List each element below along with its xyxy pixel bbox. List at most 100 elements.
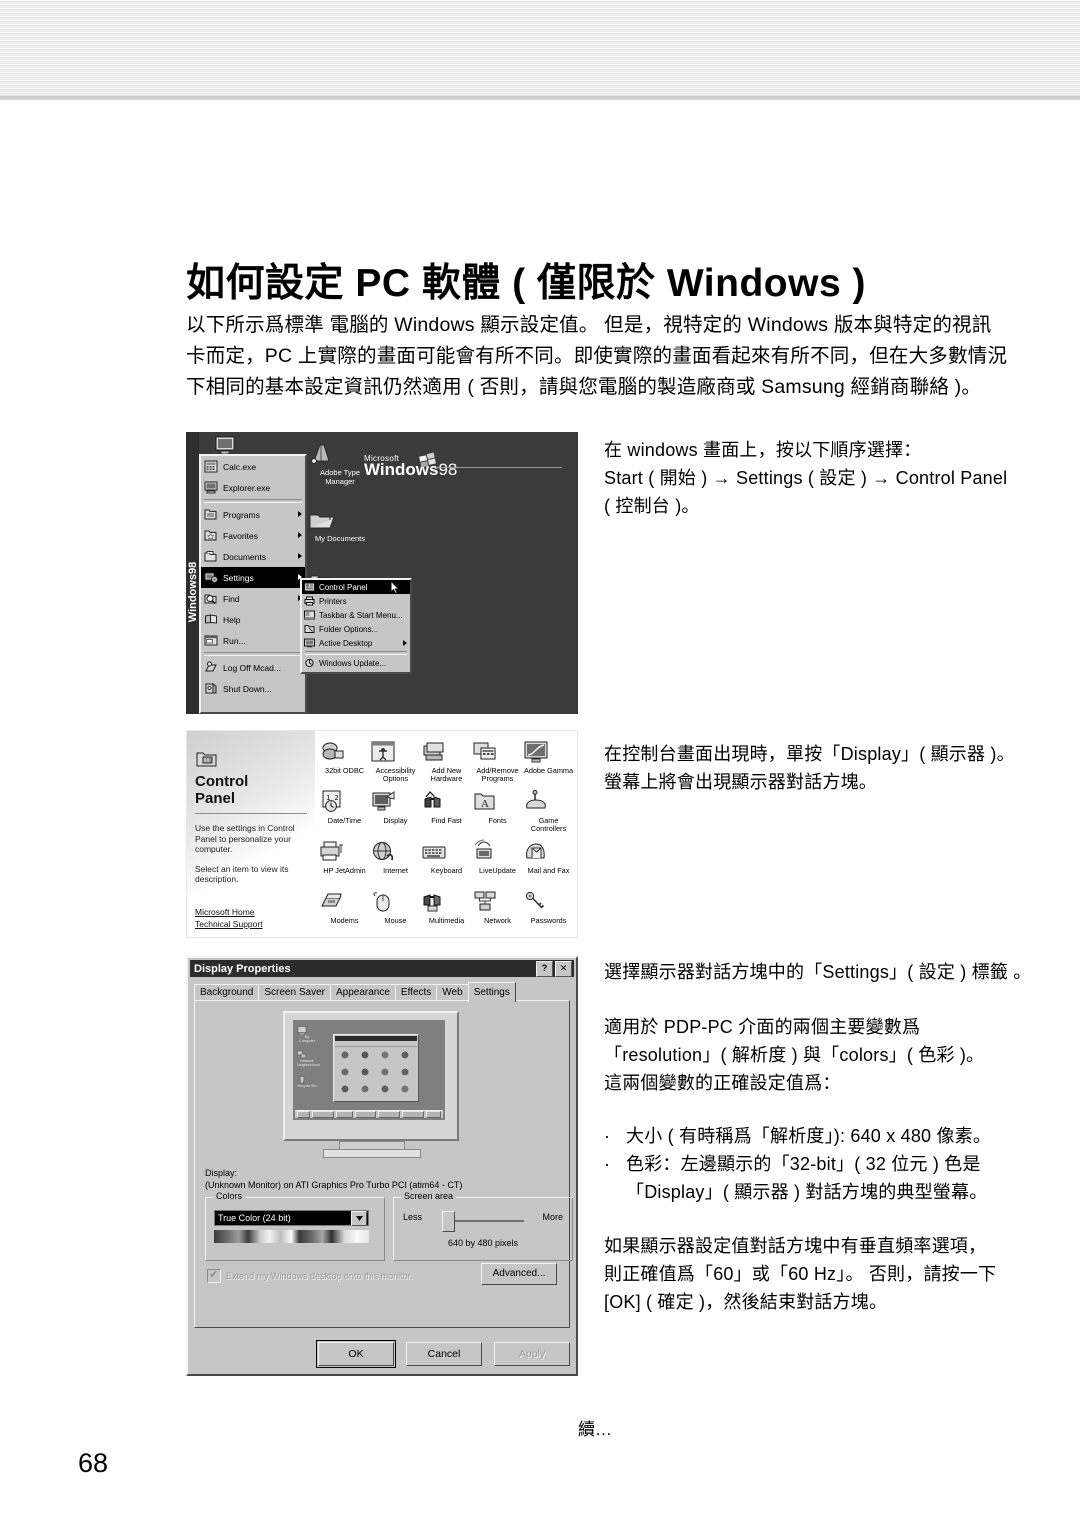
start-menu-item-find[interactable]: Find xyxy=(201,588,305,609)
bullet-line: 大小 ( 有時稱爲「解析度」): 640 x 480 像素。 xyxy=(626,1126,992,1146)
link-technical-support[interactable]: Technical Support xyxy=(195,918,263,930)
cp-item-adobe-gamma[interactable]: Adobe Gamma xyxy=(523,739,574,789)
extend-desktop-row[interactable]: Extend my Windows desktop onto this moni… xyxy=(207,1268,413,1283)
submenu-item-active-desktop[interactable]: Active Desktop xyxy=(302,636,410,650)
submenu-item-windows-update[interactable]: Windows Update... xyxy=(302,656,410,670)
submenu-item-folder-options[interactable]: Folder Options... xyxy=(302,622,410,636)
start-menu-item-explorer-exe[interactable]: Explorer.exe xyxy=(201,477,305,498)
svg-text:A: A xyxy=(481,798,489,810)
tab-web[interactable]: Web xyxy=(436,984,469,1001)
dialog-body: My Computer Network Neighborhood Recycle… xyxy=(194,1000,573,1328)
colors-groupbox: Colors True Color (24 bit) xyxy=(205,1191,385,1261)
submenu-item-taskbar-start-menu[interactable]: Taskbar & Start Menu... xyxy=(302,608,410,622)
desktop-icon-my-documents[interactable]: My Documents xyxy=(308,510,372,543)
color-gradient-strip xyxy=(214,1230,369,1243)
cp-item-game-controllers[interactable]: Game Controllers xyxy=(523,789,574,839)
cp-item-add-new-hardware[interactable]: Add New Hardware xyxy=(421,739,472,789)
advanced-button[interactable]: Advanced... xyxy=(481,1263,557,1285)
start-menu-label: Calc.exe xyxy=(223,461,257,472)
cp-item-passwords[interactable]: Passwords xyxy=(523,889,574,937)
windows98-sidebar-label: Windows98 xyxy=(187,561,199,623)
figure-display-properties: Display Properties ? ✕ Background Screen… xyxy=(186,956,578,1376)
link-microsoft-home[interactable]: Microsoft Home xyxy=(195,906,263,918)
cp-item-mail-and-fax[interactable]: Mail and Fax xyxy=(523,839,574,889)
extend-desktop-label: Extend my Windows desktop onto this moni… xyxy=(226,1271,413,1281)
cp-item-multimedia[interactable]: Multimedia xyxy=(421,889,472,937)
colors-selected-value: True Color (24 bit) xyxy=(218,1213,291,1223)
start-menu-item-settings[interactable]: Settings xyxy=(201,567,305,588)
cp-item-keyboard[interactable]: Keyboard xyxy=(421,839,472,889)
mini-icon-recycle-bin: Recycle Bin xyxy=(297,1075,317,1088)
resolution-slider-thumb[interactable] xyxy=(442,1211,455,1232)
start-menu-label: Run... xyxy=(223,635,246,646)
start-menu-item-shutdown[interactable]: Shut Down... xyxy=(201,678,305,699)
callout-step-2: 在控制台畫面出現時，單按「Display」( 顯示器 )。 螢幕上將會出現顯示器… xyxy=(604,740,1015,796)
callout-line: 螢幕上將會出現顯示器對話方塊。 xyxy=(604,772,877,792)
cp-item-hp-jetadmin[interactable]: HP JetAdmin xyxy=(319,839,370,889)
callout-step-5: 如果顯示器設定值對話方塊中有垂直頻率選項， 則正確值爲「60」或「60 Hz」。… xyxy=(604,1232,996,1316)
control-panel-heading-line1: Control xyxy=(195,773,249,790)
start-menu-item-programs[interactable]: Programs xyxy=(201,504,305,525)
page-number: 68 xyxy=(78,1448,109,1478)
start-menu-item-calc[interactable]: Calc.exe xyxy=(201,456,305,477)
callout-line: 「resolution」( 解析度 ) 與「colors」( 色彩 )。 xyxy=(604,1045,985,1065)
slider-max-label: More xyxy=(542,1212,563,1222)
cp-item-display[interactable]: Display xyxy=(370,789,421,839)
display-icon xyxy=(370,789,421,815)
callout-line: 選擇顯示器對話方塊中的「Settings」( 設定 ) 標籤 。 xyxy=(604,962,1032,982)
cp-item-add-remove-programs[interactable]: Add/Remove Programs xyxy=(472,739,523,789)
desktop-icon-adobe-type-manager[interactable]: Adobe Type Manager xyxy=(308,442,372,486)
cp-item-modems[interactable]: Modems xyxy=(319,889,370,937)
start-menu-item-logoff[interactable]: Log Off Mcad... xyxy=(201,657,305,678)
tab-settings[interactable]: Settings xyxy=(467,982,516,1002)
ok-button[interactable]: OK xyxy=(316,1340,396,1368)
start-menu-label: Programs xyxy=(223,509,260,520)
apply-button[interactable]: Apply xyxy=(494,1342,570,1366)
cp-item-mouse[interactable]: Mouse xyxy=(370,889,421,937)
find-fast-icon xyxy=(421,789,472,815)
cp-item-liveupdate[interactable]: LiveUpdate xyxy=(472,839,523,889)
start-menu-item-documents[interactable]: Documents xyxy=(201,546,305,567)
resolution-slider-track[interactable] xyxy=(446,1220,524,1222)
modems-icon xyxy=(319,889,370,915)
callout-line: 如果顯示器設定值對話方塊中有垂直頻率選項， xyxy=(604,1236,987,1256)
display-label: Display: xyxy=(205,1168,238,1178)
monitor-screen: My Computer Network Neighborhood Recycle… xyxy=(293,1020,445,1120)
start-menu-item-help[interactable]: Help xyxy=(201,609,305,630)
cp-item-fonts[interactable]: A Fonts xyxy=(472,789,523,839)
submenu-item-printers[interactable]: Printers xyxy=(302,594,410,608)
close-icon[interactable]: ✕ xyxy=(555,960,572,977)
hp-jetadmin-icon xyxy=(319,839,370,865)
chevron-down-icon[interactable] xyxy=(351,1210,367,1226)
extend-desktop-checkbox[interactable] xyxy=(207,1268,221,1283)
calculator-icon xyxy=(204,460,219,474)
submenu-label: Windows Update... xyxy=(319,658,387,668)
tab-screen-saver[interactable]: Screen Saver xyxy=(258,984,331,1001)
help-button[interactable]: ? xyxy=(536,960,553,977)
cp-item-date-time[interactable]: 1 2 Date/Time xyxy=(319,789,370,839)
tab-effects[interactable]: Effects xyxy=(394,984,438,1001)
my-computer-icon[interactable] xyxy=(214,436,236,456)
add-new-hardware-icon xyxy=(421,739,472,765)
cp-item-find-fast[interactable]: Find Fast xyxy=(421,789,472,839)
start-menu-item-run[interactable]: Run... xyxy=(201,630,305,651)
cp-item-network[interactable]: Network xyxy=(472,889,523,937)
cp-item-32bit-odbc[interactable]: 32bit ODBC xyxy=(319,739,370,789)
colors-dropdown[interactable]: True Color (24 bit) xyxy=(214,1210,369,1226)
mouse-cursor-icon xyxy=(390,580,401,595)
figure-control-panel: Control Panel Use the settings in Contro… xyxy=(186,730,578,938)
dialog-footer: OK Cancel Apply xyxy=(194,1340,570,1368)
tab-appearance[interactable]: Appearance xyxy=(329,984,396,1001)
start-menu-item-favorites[interactable]: Favorites xyxy=(201,525,305,546)
windows-update-icon xyxy=(304,658,316,669)
windows-flag-icon xyxy=(418,452,438,468)
cp-item-internet[interactable]: Internet xyxy=(370,839,421,889)
cancel-button[interactable]: Cancel xyxy=(406,1342,482,1366)
dialog-titlebar: Display Properties ? ✕ xyxy=(190,960,574,977)
dialog-title: Display Properties xyxy=(194,962,291,975)
mini-icon-network-neighborhood: Network Neighborhood xyxy=(297,1050,320,1067)
tab-background[interactable]: Background xyxy=(194,984,260,1001)
help-icon xyxy=(204,613,219,627)
callout-step-4: 適用於 PDP-PC 介面的兩個主要變數爲 「resolution」( 解析度 … xyxy=(604,1013,984,1097)
cp-item-accessibility-options[interactable]: Accessibility Options xyxy=(370,739,421,789)
